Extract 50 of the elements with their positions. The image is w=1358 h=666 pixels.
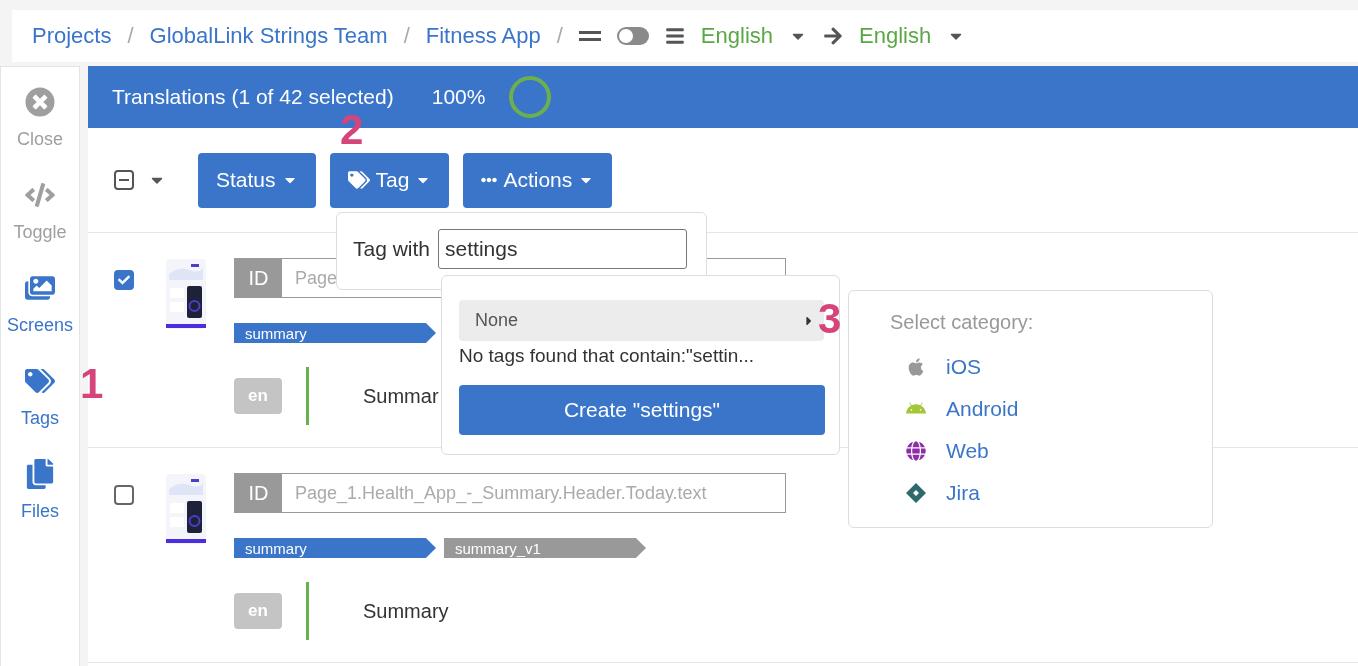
diamond-icon — [906, 483, 926, 503]
toolbar-button[interactable]: Status — [198, 152, 316, 208]
category-title: Select category: — [890, 311, 1035, 334]
sidebar-label[interactable]: Files — [21, 501, 59, 522]
tag-with-label: Tag with — [353, 237, 431, 261]
tags-icon[interactable] — [25, 366, 55, 396]
images-icon[interactable] — [25, 273, 55, 303]
toolbar-button[interactable]: Tag — [329, 152, 450, 208]
equals-icon — [578, 30, 601, 42]
breadcrumb-link[interactable]: GlobalLink Strings Team — [149, 23, 388, 49]
target-language[interactable]: English — [859, 23, 932, 49]
apple-icon — [906, 357, 926, 377]
progress-text: 100% — [431, 85, 486, 109]
source-language[interactable]: English — [700, 23, 773, 49]
sidebar-label[interactable]: Screens — [6, 315, 73, 336]
tag-chip[interactable]: summary_v1 — [444, 538, 646, 558]
row-checkbox[interactable] — [114, 270, 134, 290]
translation-text: Summary — [363, 599, 449, 623]
category-item[interactable]: Android — [946, 397, 1019, 421]
list-icon — [664, 26, 685, 46]
language-badge: en — [234, 378, 282, 414]
breadcrumb-link[interactable]: Projects — [32, 23, 112, 49]
create-tag-button[interactable]: Create "settings" — [459, 385, 825, 435]
globe-icon — [906, 441, 926, 461]
tag-chip[interactable]: summary — [234, 323, 436, 343]
breadcrumb-separator: / — [403, 23, 410, 49]
tag-input[interactable]: settings — [438, 229, 688, 269]
toolbar-button[interactable]: Actions — [463, 152, 613, 208]
select-all-checkbox[interactable] — [114, 170, 134, 190]
category-item[interactable]: Web — [946, 439, 989, 463]
check-icon — [118, 274, 130, 286]
sidebar-label[interactable]: Tags — [21, 408, 59, 429]
category-item[interactable]: Jira — [946, 481, 980, 505]
breadcrumb-separator: / — [556, 23, 563, 49]
annotation-number: 1 — [80, 360, 104, 408]
row-checkbox[interactable] — [114, 485, 134, 505]
files-icon[interactable] — [25, 459, 55, 489]
panel-title: Translations (1 of 42 selected) — [112, 85, 394, 109]
progress-ring — [509, 76, 552, 118]
breadcrumb-link[interactable]: Fitness App — [425, 23, 541, 49]
no-tags-message: No tags found that contain:"settin... — [459, 345, 756, 367]
language-badge: en — [234, 593, 282, 629]
id-field[interactable]: ID Page_1.Health_App_-_Summary.Header.Today.text — [234, 473, 786, 513]
arrow-icon — [823, 26, 843, 46]
translation-text: Summar — [363, 384, 439, 408]
category-item[interactable]: iOS — [946, 355, 981, 379]
breadcrumb-separator: / — [127, 23, 134, 49]
view-switch[interactable] — [616, 27, 649, 45]
tag-chip[interactable]: summary — [234, 538, 436, 558]
tag-icon — [347, 169, 370, 191]
